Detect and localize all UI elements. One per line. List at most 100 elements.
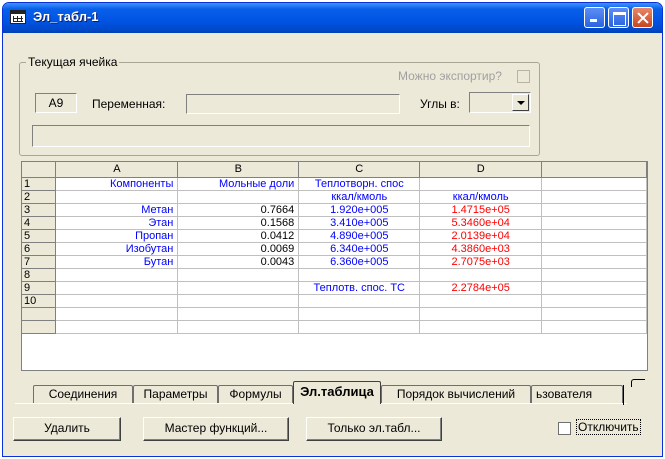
table-cell[interactable]: 6.360e+005 — [298, 255, 421, 269]
table-cell[interactable]: 3.410e+005 — [298, 216, 421, 230]
row-header[interactable]: 5 — [22, 229, 57, 243]
row-header[interactable]: 10 — [22, 294, 57, 308]
row-header[interactable]: 3 — [22, 203, 57, 217]
disable-label[interactable]: Отключить — [576, 419, 641, 435]
table-cell[interactable]: 0.0069 — [177, 242, 300, 256]
table-cell[interactable]: 2.7075e+03 — [419, 255, 543, 269]
row-header[interactable] — [22, 320, 57, 334]
table-cell[interactable]: 4.3860e+03 — [419, 242, 543, 256]
table-cell[interactable]: 0.1568 — [177, 216, 300, 230]
table-cell[interactable] — [419, 307, 543, 321]
table-cell[interactable]: 1.4715e+05 — [419, 203, 543, 217]
table-cell[interactable]: Теплотворн. спос — [298, 177, 421, 191]
spreadsheet-grid[interactable]: A B C D 1 Компоненты Мольные доли Теплот… — [21, 161, 648, 371]
table-cell[interactable] — [541, 307, 647, 321]
table-cell[interactable]: Метан — [55, 203, 179, 217]
table-cell[interactable]: Теплотв. спос. ТС — [298, 281, 421, 295]
table-cell-selected[interactable] — [55, 281, 179, 295]
table-cell[interactable] — [177, 268, 300, 282]
table-cell[interactable] — [177, 307, 300, 321]
table-cell[interactable] — [419, 294, 543, 308]
table-cell[interactable] — [55, 307, 179, 321]
table-cell[interactable] — [541, 320, 647, 334]
table-cell[interactable]: ккал/кмоль — [419, 190, 543, 204]
column-header[interactable] — [541, 162, 647, 178]
row-header[interactable]: 6 — [22, 242, 57, 256]
table-cell[interactable] — [541, 216, 647, 230]
spreadsheet-app-icon — [10, 10, 26, 24]
tab-calc-order[interactable]: Порядок вычислений — [381, 385, 531, 403]
table-cell[interactable] — [177, 294, 300, 308]
corner-cell[interactable] — [22, 162, 57, 178]
table-cell[interactable]: 0.0412 — [177, 229, 300, 243]
column-header[interactable]: A — [55, 162, 179, 178]
table-cell[interactable] — [298, 320, 421, 334]
angles-select[interactable] — [469, 92, 531, 113]
table-cell[interactable] — [541, 203, 647, 217]
table-cell[interactable]: 2.2784e+05 — [419, 281, 543, 295]
column-header[interactable]: B — [177, 162, 300, 178]
table-cell[interactable] — [541, 190, 647, 204]
maximize-button[interactable] — [608, 7, 629, 28]
column-header[interactable]: C — [298, 162, 421, 178]
table-cell[interactable]: Этан — [55, 216, 179, 230]
row-header[interactable]: 2 — [22, 190, 57, 204]
table-cell[interactable]: 5.3460e+04 — [419, 216, 543, 230]
table-cell[interactable] — [419, 268, 543, 282]
table-cell[interactable]: 0.7664 — [177, 203, 300, 217]
close-button[interactable] — [632, 7, 653, 28]
table-cell[interactable] — [177, 190, 300, 204]
table-cell[interactable]: 4.890e+005 — [298, 229, 421, 243]
table-cell[interactable] — [298, 268, 421, 282]
table-cell[interactable] — [298, 294, 421, 308]
table-cell[interactable] — [177, 320, 300, 334]
row-header[interactable]: 7 — [22, 255, 57, 269]
table-cell[interactable] — [541, 255, 647, 269]
row-header[interactable] — [22, 307, 57, 321]
tab-parameters[interactable]: Параметры — [133, 385, 218, 403]
table-cell[interactable]: 2.0139e+04 — [419, 229, 543, 243]
table-cell[interactable] — [55, 294, 179, 308]
table-cell[interactable]: Компоненты — [55, 177, 179, 191]
table-cell[interactable] — [541, 281, 647, 295]
column-header[interactable]: D — [419, 162, 543, 178]
table-cell[interactable] — [541, 229, 647, 243]
table-cell[interactable] — [541, 177, 647, 191]
table-cell[interactable] — [55, 190, 179, 204]
tab-formulas[interactable]: Формулы — [218, 385, 293, 403]
row-header[interactable]: 4 — [22, 216, 57, 230]
title-bar[interactable]: Эл_табл-1 — [3, 3, 662, 33]
table-cell[interactable]: Изобутан — [55, 242, 179, 256]
table-cell[interactable]: 6.340e+005 — [298, 242, 421, 256]
table-cell[interactable]: Мольные доли — [177, 177, 300, 191]
table-cell[interactable]: 1.920e+005 — [298, 203, 421, 217]
table-row: 8 — [22, 268, 647, 282]
table-row: 10 — [22, 294, 647, 308]
table-cell[interactable] — [541, 242, 647, 256]
table-cell[interactable] — [55, 320, 179, 334]
row-header[interactable]: 8 — [22, 268, 57, 282]
table-cell[interactable] — [541, 294, 647, 308]
table-cell[interactable] — [298, 307, 421, 321]
table-cell[interactable] — [177, 281, 300, 295]
minimize-button[interactable] — [584, 7, 605, 28]
table-cell[interactable]: ккал/кмоль — [298, 190, 421, 204]
table-cell[interactable] — [541, 268, 647, 282]
delete-button[interactable]: Удалить — [13, 417, 121, 441]
table-cell[interactable] — [419, 320, 543, 334]
row-header[interactable]: 9 — [22, 281, 57, 295]
chevron-down-icon[interactable] — [512, 94, 529, 111]
only-table-button[interactable]: Только эл.табл... — [306, 417, 442, 441]
row-header[interactable]: 1 — [22, 177, 57, 191]
tab-user[interactable]: ьзователя — [531, 385, 623, 403]
table-cell[interactable]: Бутан — [55, 255, 179, 269]
tab-spreadsheet[interactable]: Эл.таблица — [293, 381, 381, 404]
table-cell[interactable]: Пропан — [55, 229, 179, 243]
tab-connections[interactable]: Соединения — [33, 385, 133, 403]
table-cell[interactable] — [419, 177, 543, 191]
table-cell[interactable] — [55, 268, 179, 282]
function-wizard-button[interactable]: Мастер функций... — [143, 417, 289, 441]
table-row — [22, 320, 647, 334]
table-cell[interactable]: 0.0043 — [177, 255, 300, 269]
disable-checkbox[interactable] — [558, 422, 571, 435]
